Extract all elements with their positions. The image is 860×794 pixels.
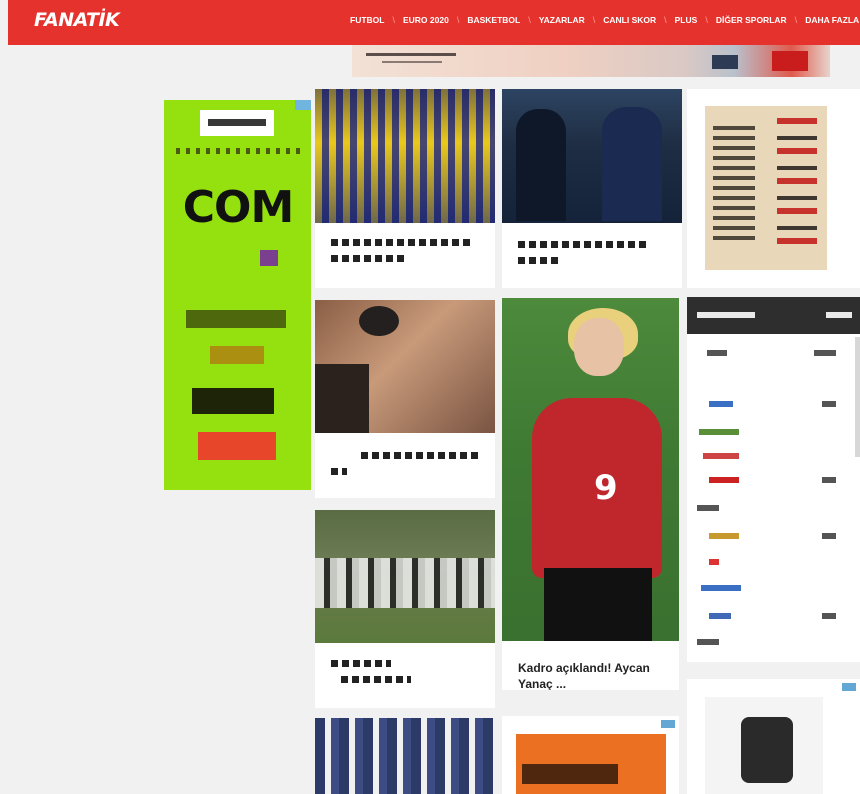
nav-canli-skor[interactable]: CANLI SKOR [603,15,656,25]
ad-tagline [176,148,300,154]
top-banner-ad[interactable] [352,45,830,77]
banner-graphic [366,53,456,56]
news-card[interactable] [687,679,860,794]
newspaper-thumbnail[interactable] [705,106,827,270]
news-thumbnail[interactable] [315,300,495,433]
table-row[interactable] [697,637,850,649]
news-card[interactable] [315,510,495,708]
site-logo[interactable]: FANATİK [34,9,120,31]
caption-line [518,241,648,248]
widget-header [687,297,860,334]
news-caption[interactable] [331,452,483,484]
player-photo [574,318,624,376]
nav-plus[interactable]: PLUS [675,15,698,25]
ad-choices-icon[interactable] [661,720,675,728]
table-row[interactable] [697,611,850,623]
table-row[interactable] [697,503,850,515]
ad-card[interactable] [502,716,679,794]
caption-line [331,660,391,667]
site-header: FANATİK FUTBOL \ EURO 2020 \ BASKETBOL \… [8,0,860,45]
widget-scrollbar[interactable] [855,337,860,457]
table-row[interactable] [697,475,850,487]
nav-daha-fazla[interactable]: DAHA FAZLA [805,15,859,25]
news-thumbnail[interactable]: 9 [502,298,679,641]
news-card[interactable] [502,89,682,288]
widget-subtitle [826,312,852,318]
news-thumbnail[interactable] [315,89,495,223]
nav-separator: \ [528,15,531,25]
widget-title [697,312,755,318]
ad-choices-icon[interactable] [295,100,311,110]
news-thumbnail[interactable] [315,510,495,643]
banner-graphic [382,61,442,63]
main-nav: FUTBOL \ EURO 2020 \ BASKETBOL \ YAZARLA… [350,15,859,25]
table-row[interactable] [697,451,850,463]
score-table-widget[interactable] [687,297,860,662]
banner-graphic [712,55,738,69]
featured-news-card[interactable]: 9 Kadro açıklandı! Aycan Yanaç ... [502,298,679,690]
nav-separator: \ [705,15,708,25]
table-row[interactable] [697,399,850,411]
caption-line [331,468,347,475]
ad-logo-text [208,119,266,126]
caption-line [331,239,471,246]
nav-basketbol[interactable]: BASKETBOL [467,15,520,25]
nav-separator: \ [392,15,395,25]
news-thumbnail[interactable] [502,89,682,223]
player-photo [544,568,652,641]
nav-yazarlar[interactable]: YAZARLAR [539,15,585,25]
table-row[interactable] [697,557,850,569]
news-card[interactable] [315,89,495,288]
ad-banner[interactable] [516,734,666,794]
ad-price [192,388,274,414]
side-ad[interactable]: COM [164,100,311,490]
ad-choices-icon[interactable] [842,683,856,691]
table-row[interactable] [697,348,850,360]
banner-graphic [772,51,808,71]
news-caption[interactable]: Kadro açıklandı! Aycan Yanaç ... [518,660,667,690]
news-card[interactable] [687,89,860,288]
nav-separator: \ [592,15,596,25]
nav-separator: \ [664,15,667,25]
news-thumbnail[interactable] [315,718,495,794]
ad-cta-button[interactable] [198,432,276,460]
news-caption[interactable] [518,241,670,273]
table-row[interactable] [697,427,850,439]
ad-graphic [260,250,278,266]
nav-separator: \ [794,15,798,25]
nav-separator: \ [456,15,460,25]
nav-diger-sporlar[interactable]: DİĞER SPORLAR [716,15,787,25]
ad-logo-box [200,110,274,136]
ad-headline: COM [182,182,294,233]
news-card[interactable] [315,718,495,794]
nav-futbol[interactable]: FUTBOL [350,15,384,25]
caption-line [518,257,558,264]
ad-text-line [186,310,286,328]
news-caption[interactable] [331,239,483,271]
jersey-number: 9 [594,468,618,508]
caption-line [331,255,405,262]
product-thumbnail[interactable] [705,697,823,794]
news-caption[interactable] [331,660,483,692]
caption-line [341,676,411,683]
news-card[interactable] [315,300,495,498]
table-row[interactable] [697,531,850,543]
nav-euro-2020[interactable]: EURO 2020 [403,15,449,25]
ad-text-line [210,346,264,364]
table-row[interactable] [697,583,850,595]
caption-line [361,452,481,459]
